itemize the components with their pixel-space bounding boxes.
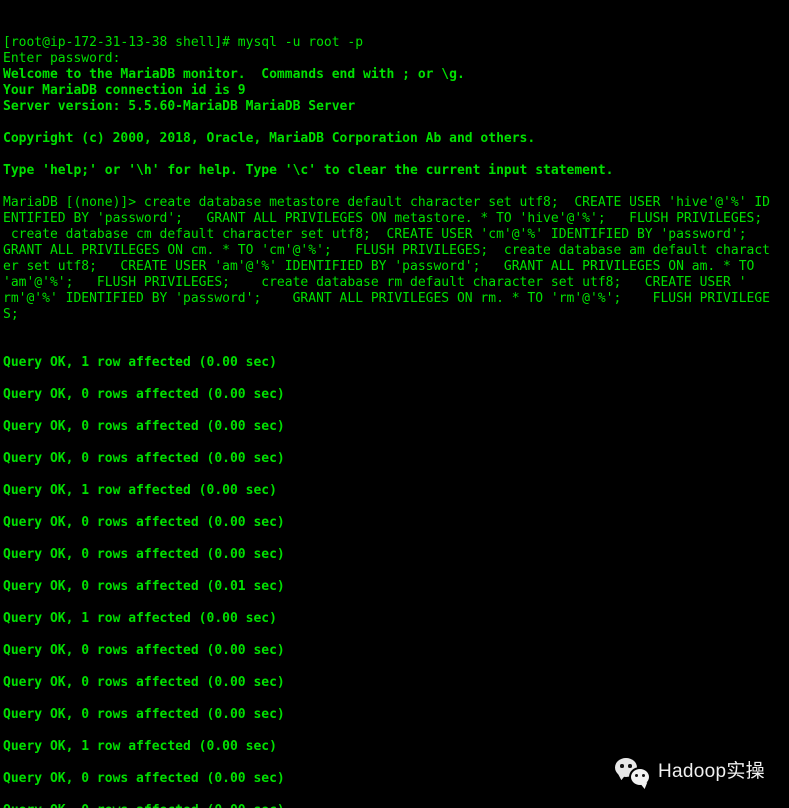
terminal-line: GRANT ALL PRIVILEGES ON cm. * TO 'cm'@'%… (3, 243, 771, 258)
terminal-window[interactable]: [root@ip-172-31-13-38 shell]# mysql -u r… (0, 0, 789, 808)
terminal-result-lines: Query OK, 1 row affected (0.00 sec) Query… (3, 355, 789, 808)
terminal-session-lines: [root@ip-172-31-13-38 shell]# mysql -u r… (3, 35, 789, 323)
terminal-line: Welcome to the MariaDB monitor. Commands… (3, 67, 465, 82)
terminal-line: er set utf8; CREATE USER 'am'@'%' IDENTI… (3, 259, 755, 274)
terminal-line: Copyright (c) 2000, 2018, Oracle, MariaD… (3, 131, 536, 146)
terminal-line: MariaDB [(none)]> create database metast… (3, 195, 771, 210)
terminal-output: [root@ip-172-31-13-38 shell]# mysql -u r… (3, 3, 789, 808)
query-result-line: Query OK, 0 rows affected (0.00 sec) (3, 771, 285, 786)
query-result-line: Query OK, 1 row affected (0.00 sec) (3, 355, 277, 370)
query-result-line: Query OK, 0 rows affected (0.00 sec) (3, 451, 285, 466)
query-result-line: Query OK, 0 rows affected (0.00 sec) (3, 515, 285, 530)
terminal-line: Enter password: (3, 51, 121, 66)
query-result-line: Query OK, 0 rows affected (0.00 sec) (3, 419, 285, 434)
terminal-line: Server version: 5.5.60-MariaDB MariaDB S… (3, 99, 356, 114)
query-result-line: Query OK, 0 rows affected (0.00 sec) (3, 707, 285, 722)
terminal-line: ENTIFIED BY 'password'; GRANT ALL PRIVIL… (3, 211, 763, 226)
terminal-line: rm'@'%' IDENTIFIED BY 'password'; GRANT … (3, 291, 771, 306)
terminal-line: create database cm default character set… (3, 227, 747, 242)
query-result-line: Query OK, 1 row affected (0.00 sec) (3, 739, 277, 754)
query-result-line: Query OK, 0 rows affected (0.00 sec) (3, 547, 285, 562)
query-result-line: Query OK, 0 rows affected (0.01 sec) (3, 579, 285, 594)
terminal-line: S; (3, 307, 19, 322)
query-result-line: Query OK, 0 rows affected (0.00 sec) (3, 675, 285, 690)
query-result-line: Query OK, 0 rows affected (0.00 sec) (3, 803, 789, 808)
query-result-line: Query OK, 0 rows affected (0.00 sec) (3, 387, 285, 402)
terminal-line: Type 'help;' or '\h' for help. Type '\c'… (3, 163, 614, 178)
query-result-line: Query OK, 0 rows affected (0.00 sec) (3, 643, 285, 658)
terminal-line: [root@ip-172-31-13-38 shell]# mysql -u r… (3, 35, 364, 50)
terminal-line: 'am'@'%'; FLUSH PRIVILEGES; create datab… (3, 275, 747, 290)
terminal-line: Your MariaDB connection id is 9 (3, 83, 246, 98)
query-result-line: Query OK, 1 row affected (0.00 sec) (3, 611, 277, 626)
query-result-line: Query OK, 1 row affected (0.00 sec) (3, 483, 277, 498)
